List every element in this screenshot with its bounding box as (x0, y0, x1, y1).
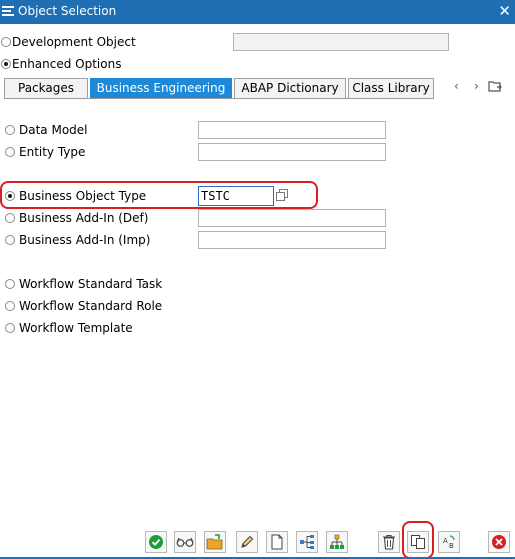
radio-data-model[interactable] (5, 125, 15, 135)
document-icon (271, 534, 283, 550)
copy-annotation-highlight (402, 521, 434, 559)
workflow-template-label: Workflow Template (19, 321, 133, 335)
tab-abap-dictionary[interactable]: ABAP Dictionary (234, 78, 346, 99)
radio-entity-type[interactable] (5, 147, 15, 157)
close-icon[interactable]: ✕ (498, 2, 511, 20)
chevron-right-icon[interactable]: › (474, 79, 479, 93)
rename-button[interactable]: A B (438, 531, 460, 553)
chevron-left-icon[interactable]: ‹ (454, 79, 459, 93)
data-model-label: Data Model (19, 123, 88, 137)
cancel-button[interactable] (488, 531, 510, 553)
create-button[interactable] (266, 531, 288, 553)
radio-business-addin-def[interactable] (5, 213, 15, 223)
enhanced-options-label: Enhanced Options (12, 57, 122, 71)
business-addin-imp-label: Business Add-In (Imp) (19, 233, 151, 247)
display-button[interactable] (174, 531, 196, 553)
radio-business-addin-imp[interactable] (5, 235, 15, 245)
confirm-button[interactable] (145, 531, 167, 553)
development-object-field (233, 33, 449, 51)
workflow-standard-task-label: Workflow Standard Task (19, 277, 163, 291)
radio-workflow-standard-role[interactable] (5, 301, 15, 311)
other-object-button[interactable] (204, 531, 226, 553)
svg-text:B: B (449, 542, 454, 550)
business-addin-imp-input[interactable] (198, 231, 386, 249)
entity-type-input[interactable] (198, 143, 386, 161)
business-addin-def-label: Business Add-In (Def) (19, 211, 149, 225)
radio-workflow-standard-task[interactable] (5, 279, 15, 289)
workflow-standard-role-label: Workflow Standard Role (19, 299, 163, 313)
folder-icon (206, 534, 223, 550)
window-icon (2, 6, 14, 16)
change-button[interactable] (236, 531, 258, 553)
title-bar: Object Selection ✕ (0, 0, 515, 24)
tree-icon (300, 535, 314, 549)
radio-workflow-template[interactable] (5, 323, 15, 333)
cancel-icon (492, 535, 506, 549)
where-used-button[interactable] (296, 531, 318, 553)
tab-packages[interactable]: Packages (4, 78, 88, 99)
data-model-input[interactable] (198, 121, 386, 139)
svg-text:A: A (443, 537, 448, 545)
tab-divider (4, 98, 434, 99)
window-title: Object Selection (18, 4, 117, 18)
development-object-label: Development Object (12, 35, 136, 49)
tab-business-engineering[interactable]: Business Engineering (90, 78, 232, 99)
trash-icon (383, 534, 395, 550)
radio-enhanced-options[interactable] (1, 59, 11, 69)
hierarchy-button[interactable] (326, 531, 348, 553)
tab-menu-icon[interactable] (488, 80, 502, 93)
hierarchy-icon (330, 534, 344, 549)
annotation-highlight (0, 181, 318, 209)
check-icon (149, 535, 163, 549)
ab-icon: A B (443, 535, 455, 550)
radio-development-object[interactable] (1, 37, 11, 47)
entity-type-label: Entity Type (19, 145, 86, 159)
delete-button[interactable] (378, 531, 400, 553)
tab-class-library[interactable]: Class Library (348, 78, 434, 99)
business-addin-def-input[interactable] (198, 209, 386, 227)
glasses-icon (176, 537, 194, 547)
pencil-icon (241, 535, 254, 548)
